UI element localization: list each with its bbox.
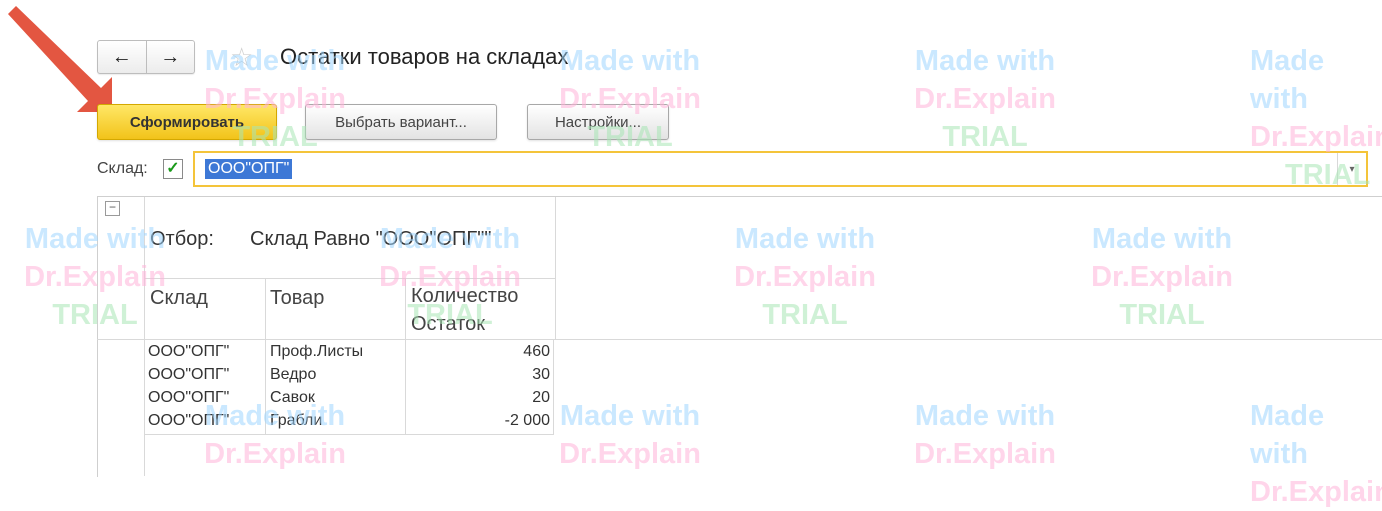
report-divider: [265, 279, 266, 339]
cell-warehouse: ООО"ОПГ": [148, 366, 230, 383]
table-row[interactable]: ООО"ОПГ" Ведро 30: [148, 364, 554, 387]
watermark: Made with Dr.Explain: [914, 400, 1056, 470]
watermark: Made with Dr.Explain: [559, 400, 701, 470]
cell-product: Проф.Листы: [270, 343, 364, 360]
warehouse-filter-value: ООО"ОПГ": [205, 159, 293, 179]
forward-arrow-icon: →: [160, 45, 181, 68]
cell-quantity: 30: [532, 366, 550, 383]
back-button[interactable]: ←: [98, 41, 146, 73]
navigation-buttons: ← →: [97, 40, 195, 74]
table-row[interactable]: ООО"ОПГ" Проф.Листы 460: [148, 341, 554, 364]
watermark: Made with Dr.Explain TRIAL: [914, 45, 1056, 153]
collapse-group-icon[interactable]: −: [105, 201, 120, 216]
report-divider: [555, 197, 556, 340]
cell-quantity: 460: [523, 343, 550, 360]
watermark: Made with Dr.Explain: [1250, 400, 1382, 508]
cell-product: Ведро: [270, 366, 317, 383]
watermark: Made with Dr.Explain TRIAL: [24, 223, 166, 331]
watermark: Made with Dr.Explain: [204, 400, 346, 470]
warehouse-filter-label: Склад:: [97, 160, 148, 177]
warehouse-filter-input[interactable]: ООО"ОПГ" ▾: [193, 151, 1368, 187]
warehouse-filter-checkbox[interactable]: ✓: [163, 159, 183, 179]
column-header-product: Товар: [270, 287, 325, 309]
back-arrow-icon: ←: [111, 45, 132, 68]
watermark: Made with Dr.Explain TRIAL: [559, 45, 701, 153]
watermark: Made with Dr.Explain TRIAL: [734, 223, 876, 331]
watermark: Made with Dr.Explain TRIAL: [204, 45, 346, 153]
watermark: Made with Dr.Explain TRIAL: [379, 223, 521, 331]
report-divider: [97, 339, 1382, 340]
watermark: Made with Dr.Explain TRIAL: [1250, 45, 1382, 191]
cell-quantity: -2 000: [504, 412, 550, 429]
watermark: Made with Dr.Explain TRIAL: [1091, 223, 1233, 331]
cell-warehouse: ООО"ОПГ": [148, 343, 230, 360]
cell-quantity: 20: [532, 389, 550, 406]
